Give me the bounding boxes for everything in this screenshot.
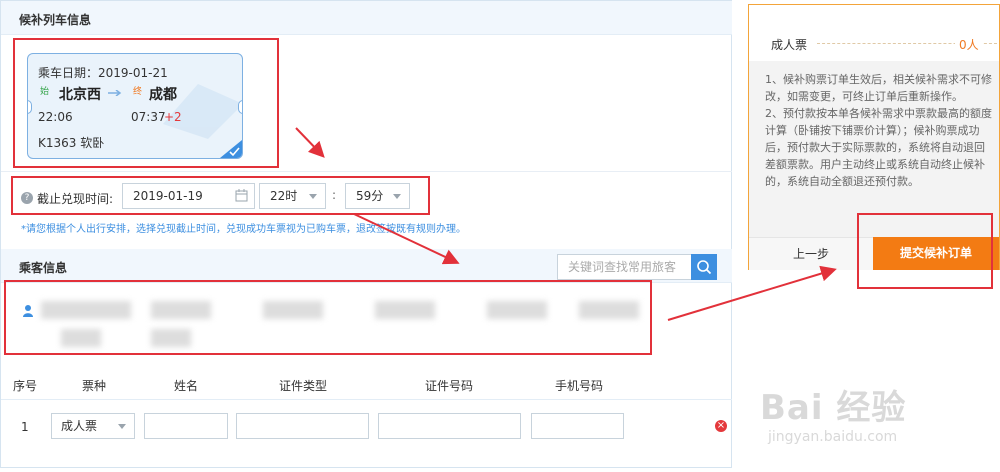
ticket-type-value: 成人票: [61, 419, 98, 433]
annotation-box-submit: [857, 213, 993, 289]
col-ticket-type: 票种: [82, 379, 107, 393]
prev-step-button[interactable]: 上一步: [749, 237, 873, 270]
passenger-search-placeholder: 关键词查找常用旅客: [568, 260, 677, 274]
baidu-watermark: Bai 经验 jingyan.baidu.com: [760, 380, 906, 445]
annotation-box-ticket: [13, 38, 279, 168]
train-section-title: 候补列车信息: [19, 13, 92, 27]
adult-ticket-count: 0人: [955, 36, 983, 53]
passenger-section-title: 乘客信息: [19, 261, 68, 275]
col-id-type: 证件类型: [279, 379, 328, 393]
chevron-down-icon: [118, 424, 126, 429]
screenshot-stage: { "train_section": { "title": "候补列车信息", …: [0, 0, 1000, 472]
col-phone: 手机号码: [555, 379, 604, 393]
row-index: 1: [21, 420, 29, 434]
annotation-box-deadline: [11, 176, 430, 215]
id-type-select[interactable]: [236, 413, 369, 439]
passenger-search-input[interactable]: 关键词查找常用旅客: [557, 254, 692, 280]
note-1: 1、候补购票订单生效后，相关候补需求不可修改，如需变更，可终止订单后重新操作。: [765, 73, 992, 103]
id-number-input[interactable]: [378, 413, 521, 439]
name-input[interactable]: [144, 413, 228, 439]
note-2: 2、预付款按本单各候补需求中票款最高的额度计算（卧铺按下铺票价计算）；候补购票成…: [765, 107, 992, 188]
col-index: 序号: [13, 379, 38, 393]
ticket-type-select[interactable]: 成人票: [51, 413, 135, 439]
search-icon: [697, 260, 712, 275]
summary-notes: 1、候补购票订单生效后，相关候补需求不可修改，如需变更，可终止订单后重新操作。 …: [765, 71, 993, 190]
phone-input[interactable]: [531, 413, 624, 439]
adult-ticket-label: 成人票: [771, 38, 808, 52]
train-section-header: 候补列车信息: [1, 1, 732, 35]
col-name: 姓名: [174, 379, 199, 393]
col-id-number: 证件号码: [425, 379, 474, 393]
delete-icon[interactable]: ×: [715, 420, 727, 432]
annotation-box-passengers: [4, 280, 652, 355]
search-button[interactable]: [691, 254, 717, 280]
deadline-notice: *请您根据个人出行安排，选择兑现截止时间，兑现成功车票视为已购车票，退改签按既有…: [21, 224, 466, 235]
watermark-brand: Bai 经验: [760, 388, 907, 428]
table-divider: [1, 399, 732, 400]
watermark-url: jingyan.baidu.com: [768, 429, 898, 445]
